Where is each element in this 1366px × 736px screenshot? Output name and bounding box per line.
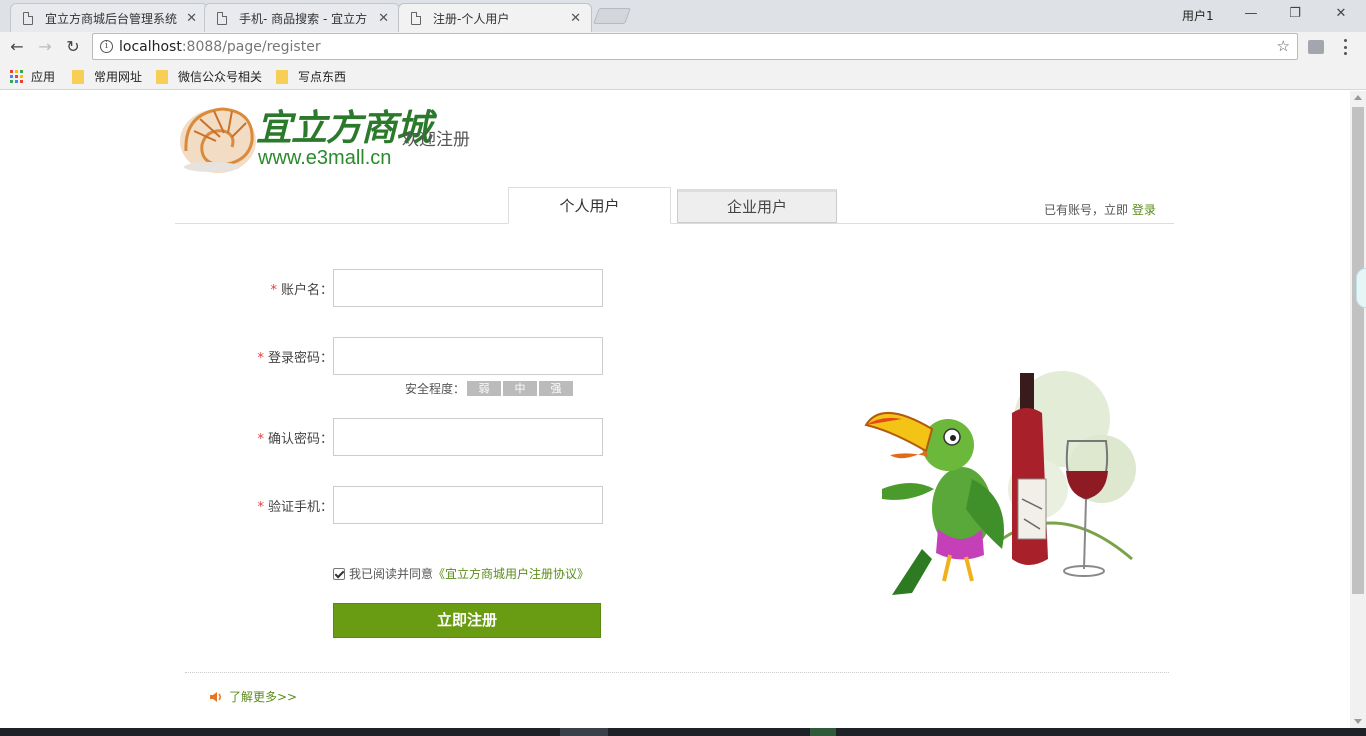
- username-label: * 账户名：: [270, 282, 333, 298]
- welcome-text: 欢迎注册: [402, 130, 470, 150]
- username-row: * 账户名：: [175, 269, 603, 307]
- tab-enterprise-user[interactable]: 企业用户: [677, 189, 837, 223]
- required-mark: *: [257, 431, 264, 447]
- url-host: localhost: [119, 38, 182, 55]
- learn-more-text: 了解更多>>: [229, 690, 298, 704]
- info-icon[interactable]: i: [100, 40, 113, 53]
- forward-arrow-icon[interactable]: →: [34, 36, 56, 58]
- close-icon[interactable]: ✕: [378, 11, 389, 26]
- document-icon: [411, 11, 421, 25]
- bookmark-folder-notes[interactable]: 写点东西: [276, 68, 346, 85]
- bookmark-folder-common[interactable]: 常用网址: [72, 68, 142, 85]
- window-user[interactable]: 用户1: [1182, 7, 1214, 24]
- password-strength: 安全程度： 弱 中 强: [405, 380, 574, 397]
- register-button[interactable]: 立即注册: [333, 603, 601, 638]
- url-path: :8088/page/register: [181, 38, 321, 55]
- new-tab-button[interactable]: [593, 8, 631, 24]
- phone-row: * 验证手机：: [175, 486, 603, 524]
- username-input[interactable]: [333, 269, 603, 307]
- scrollbar-thumb[interactable]: [1352, 107, 1364, 594]
- strength-label: 安全程度：: [405, 382, 466, 396]
- address-bar[interactable]: i localhost:8088/page/register ☆: [92, 33, 1298, 60]
- agreement-checkbox[interactable]: [333, 567, 345, 580]
- bookmarks-bar: 应用 常用网址 微信公众号相关 写点东西: [0, 62, 1366, 90]
- restore-icon[interactable]: ❐: [1280, 3, 1310, 25]
- password-input[interactable]: [333, 337, 603, 375]
- scroll-down-arrow-icon[interactable]: [1354, 719, 1362, 724]
- back-arrow-icon[interactable]: ←: [6, 36, 28, 58]
- agreement-text: 我已阅读并同意: [349, 567, 434, 581]
- browser-menu-icon[interactable]: [1344, 39, 1348, 55]
- confirm-password-row: * 确认密码：: [175, 418, 603, 456]
- close-icon[interactable]: ✕: [186, 11, 197, 26]
- required-mark: *: [257, 350, 264, 366]
- bookmark-folder-wechat[interactable]: 微信公众号相关: [156, 68, 262, 85]
- register-page: 宜立方商城 www.e3mall.cn 欢迎注册 个人用户 企业用户 已有账号，…: [0, 91, 1350, 728]
- tab-title: 注册-个人用户: [433, 11, 510, 26]
- strength-weak: 弱: [467, 381, 502, 396]
- password-label: * 登录密码：: [257, 350, 333, 366]
- required-mark: *: [270, 282, 277, 298]
- confirm-password-label: * 确认密码：: [257, 431, 333, 447]
- tab-personal-user[interactable]: 个人用户: [508, 187, 671, 224]
- scroll-up-arrow-icon[interactable]: [1354, 95, 1362, 100]
- os-taskbar: [0, 728, 1366, 736]
- browser-tab-register[interactable]: 注册-个人用户 ✕: [398, 3, 592, 32]
- strength-medium: 中: [503, 381, 538, 396]
- parrot-wine-illustration: [864, 371, 1136, 595]
- browser-tab-strip: 宜立方商城后台管理系统 ✕ 手机- 商品搜索 - 宜立方 ✕ 注册-个人用户 ✕…: [0, 0, 1366, 32]
- folder-icon: [156, 69, 168, 84]
- tab-title: 宜立方商城后台管理系统: [45, 11, 178, 26]
- learn-more-link[interactable]: 了解更多>>: [209, 688, 297, 705]
- extension-icon[interactable]: [1308, 40, 1324, 54]
- apps-grid-icon: [10, 70, 23, 83]
- bookmark-star-icon[interactable]: ☆: [1277, 37, 1290, 55]
- reload-icon[interactable]: ↻: [62, 36, 84, 58]
- required-mark: *: [257, 499, 264, 515]
- page-scrollbar[interactable]: [1350, 91, 1366, 728]
- footer-divider: [185, 672, 1169, 673]
- strength-strong: 强: [539, 381, 574, 396]
- browser-tab-admin[interactable]: 宜立方商城后台管理系统 ✕: [10, 3, 208, 32]
- speaker-icon: [210, 691, 221, 702]
- document-icon: [23, 11, 33, 25]
- confirm-password-input[interactable]: [333, 418, 603, 456]
- browser-tab-search[interactable]: 手机- 商品搜索 - 宜立方 ✕: [204, 3, 400, 32]
- account-hint-text: 已有账号，立即: [1044, 203, 1129, 217]
- bookmark-label: 写点东西: [298, 70, 347, 84]
- document-icon: [217, 11, 227, 25]
- login-link[interactable]: 登录: [1132, 203, 1156, 217]
- logo-url: www.e3mall.cn: [258, 147, 392, 169]
- side-float-widget[interactable]: [1356, 268, 1366, 308]
- agreement-row: 我已阅读并同意 《宜立方商城用户注册协议》: [333, 565, 589, 582]
- taskbar-item[interactable]: [810, 728, 836, 736]
- password-row: * 登录密码：: [175, 337, 603, 375]
- browser-toolbar: ← → ↻ i localhost:8088/page/register ☆: [0, 32, 1366, 62]
- agreement-link[interactable]: 《宜立方商城用户注册协议》: [433, 565, 589, 582]
- phone-label: * 验证手机：: [257, 499, 333, 515]
- bookmark-apps[interactable]: 应用: [10, 68, 55, 85]
- taskbar-item[interactable]: [560, 728, 608, 736]
- close-icon[interactable]: ✕: [570, 11, 581, 26]
- tabs-divider: [175, 223, 1174, 224]
- bookmark-label: 微信公众号相关: [178, 70, 263, 84]
- phone-input[interactable]: [333, 486, 603, 524]
- nautilus-shell-logo: [180, 107, 256, 173]
- folder-icon: [276, 69, 288, 84]
- bookmark-label: 应用: [31, 70, 56, 84]
- close-window-icon[interactable]: ✕: [1326, 3, 1356, 25]
- folder-icon: [72, 69, 84, 84]
- bookmark-label: 常用网址: [94, 70, 143, 84]
- minimize-icon[interactable]: —: [1236, 3, 1266, 25]
- account-hint: 已有账号，立即 登录: [1044, 201, 1156, 218]
- url-text[interactable]: localhost:8088/page/register: [119, 39, 321, 55]
- tab-title: 手机- 商品搜索 - 宜立方: [239, 11, 368, 26]
